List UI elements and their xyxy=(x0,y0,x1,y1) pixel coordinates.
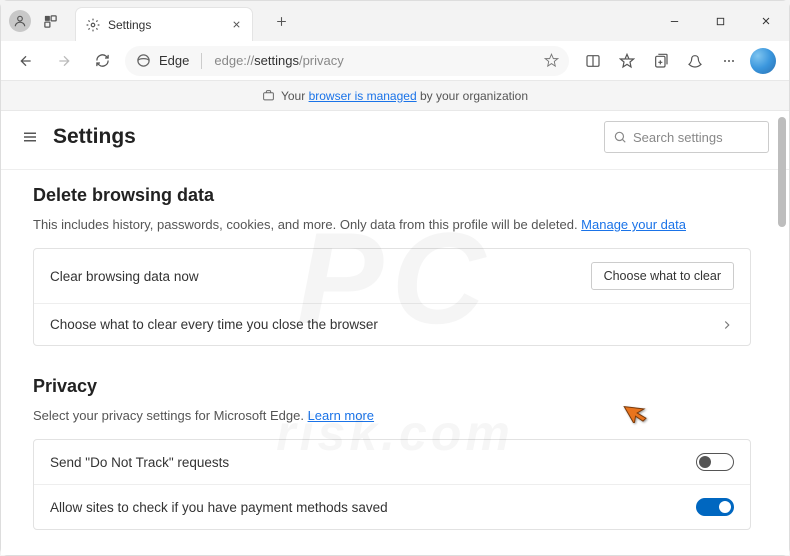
privacy-section: Privacy Select your privacy settings for… xyxy=(33,376,751,530)
split-screen-icon[interactable] xyxy=(577,46,609,76)
managed-link[interactable]: browser is managed xyxy=(309,89,417,103)
refresh-button[interactable] xyxy=(87,46,117,76)
clear-now-row: Clear browsing data now Choose what to c… xyxy=(34,249,750,303)
tab-title: Settings xyxy=(108,18,223,32)
extensions-icon[interactable] xyxy=(679,46,711,76)
choose-what-to-clear-button[interactable]: Choose what to clear xyxy=(591,262,734,290)
minimize-button[interactable] xyxy=(651,1,697,41)
scrollbar-thumb[interactable] xyxy=(778,117,786,227)
row-label: Send "Do Not Track" requests xyxy=(50,455,696,470)
close-window-button[interactable] xyxy=(743,1,789,41)
chevron-right-icon xyxy=(720,318,734,332)
profile-icon[interactable] xyxy=(9,10,31,32)
row-label: Clear browsing data now xyxy=(50,269,591,284)
managed-text: Your browser is managed by your organiza… xyxy=(281,89,528,103)
section-title: Delete browsing data xyxy=(33,185,751,206)
url-separator xyxy=(201,53,202,69)
section-subtitle: This includes history, passwords, cookie… xyxy=(33,216,751,234)
section-subtitle: Select your privacy settings for Microso… xyxy=(33,407,751,425)
page-title: Settings xyxy=(53,125,590,149)
more-icon[interactable] xyxy=(713,46,745,76)
star-icon[interactable] xyxy=(544,53,559,68)
learn-more-link[interactable]: Learn more xyxy=(308,408,374,423)
collections-icon[interactable] xyxy=(645,46,677,76)
edge-logo-icon xyxy=(135,53,151,69)
window-controls xyxy=(651,1,789,41)
row-label: Allow sites to check if you have payment… xyxy=(50,500,696,515)
url-text: edge://settings/privacy xyxy=(214,53,343,68)
window-titlebar: Settings xyxy=(1,1,789,41)
row-label: Choose what to clear every time you clos… xyxy=(50,317,720,332)
clear-on-close-row[interactable]: Choose what to clear every time you clos… xyxy=(34,303,750,345)
url-field[interactable]: Edge edge://settings/privacy xyxy=(125,46,569,76)
forward-button[interactable] xyxy=(49,46,79,76)
new-tab-button[interactable] xyxy=(267,7,295,35)
settings-content: Settings Search settings Delete browsing… xyxy=(1,111,789,555)
do-not-track-row: Send "Do Not Track" requests xyxy=(34,440,750,484)
close-icon[interactable] xyxy=(231,19,242,30)
workspaces-icon[interactable] xyxy=(39,10,61,32)
hamburger-icon[interactable] xyxy=(21,128,39,146)
url-right-icons xyxy=(544,53,559,68)
titlebar-left: Settings xyxy=(1,1,295,41)
settings-topbar: Settings Search settings xyxy=(1,111,789,170)
section-title: Privacy xyxy=(33,376,751,397)
briefcase-icon xyxy=(262,89,275,102)
toolbar-icons xyxy=(577,46,779,76)
delete-browsing-data-section: Delete browsing data This includes histo… xyxy=(33,185,751,346)
managed-banner: Your browser is managed by your organiza… xyxy=(1,81,789,111)
url-scheme-label: Edge xyxy=(159,53,189,68)
back-button[interactable] xyxy=(11,46,41,76)
favorites-icon[interactable] xyxy=(611,46,643,76)
search-input[interactable]: Search settings xyxy=(604,121,769,153)
copilot-icon[interactable] xyxy=(747,46,779,76)
settings-scroll-area: Delete browsing data This includes histo… xyxy=(1,167,775,555)
manage-your-data-link[interactable]: Manage your data xyxy=(581,217,686,232)
payment-methods-row: Allow sites to check if you have payment… xyxy=(34,484,750,529)
address-bar: Edge edge://settings/privacy xyxy=(1,41,789,81)
gear-icon xyxy=(86,18,100,32)
privacy-card: Send "Do Not Track" requests Allow sites… xyxy=(33,439,751,530)
do-not-track-toggle[interactable] xyxy=(696,453,734,471)
search-icon xyxy=(613,130,627,144)
payment-methods-toggle[interactable] xyxy=(696,498,734,516)
browser-tab[interactable]: Settings xyxy=(75,7,253,41)
maximize-button[interactable] xyxy=(697,1,743,41)
search-placeholder: Search settings xyxy=(633,130,723,145)
delete-data-card: Clear browsing data now Choose what to c… xyxy=(33,248,751,346)
